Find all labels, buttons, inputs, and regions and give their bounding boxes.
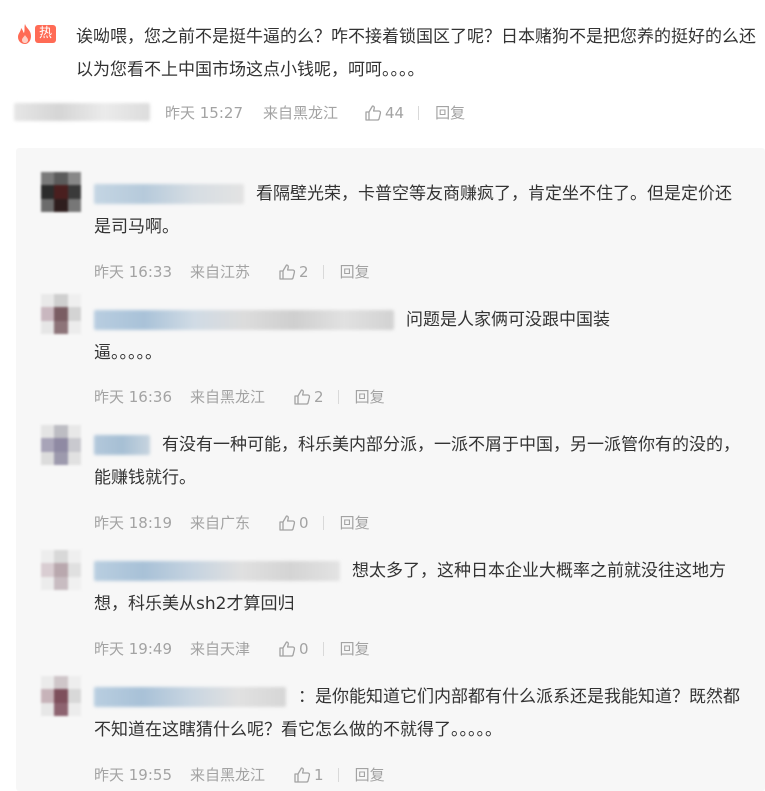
location: 来自黑龙江 — [190, 766, 266, 784]
thumb-up-icon — [365, 104, 382, 121]
reply-text: ：是你能知道它们内部都有什么派系还是我能知道？既然都不知道在这瞎猜什么呢？看它怎… — [94, 681, 754, 747]
like-count: 2 — [299, 262, 309, 281]
location: 来自黑龙江 — [190, 388, 266, 406]
location: 来自天津 — [190, 640, 251, 658]
username-blurred[interactable] — [94, 435, 150, 455]
divider — [418, 105, 420, 120]
avatar[interactable] — [41, 294, 81, 334]
username-blurred[interactable] — [94, 687, 286, 707]
timestamp: 昨天 19:55 — [94, 766, 172, 784]
location: 来自黑龙江 — [263, 104, 339, 122]
reply-meta: 昨天 16:33 来自江苏 2 回复 — [94, 261, 370, 282]
like-count: 0 — [299, 639, 309, 658]
hot-badge: 热 — [16, 23, 70, 45]
reply-text: 看隔壁光荣，卡普空等友商赚疯了，肯定坐不住了。但是定价还是司马啊。 — [94, 178, 744, 244]
main-comment-meta: 昨天 15:27 来自黑龙江 44 回复 — [165, 102, 465, 123]
like-button[interactable]: 0 — [278, 640, 309, 658]
timestamp: 昨天 15:27 — [165, 104, 243, 122]
like-button[interactable]: 2 — [293, 388, 324, 406]
thumb-up-icon — [279, 263, 296, 280]
avatar[interactable] — [41, 550, 81, 590]
thumb-up-icon — [294, 766, 311, 783]
reply-button[interactable]: 回复 — [355, 764, 385, 785]
like-button[interactable]: 2 — [278, 263, 309, 281]
like-button[interactable]: 44 — [364, 104, 404, 122]
reply-meta: 昨天 16:36 来自黑龙江 2 回复 — [94, 386, 385, 407]
like-button[interactable]: 1 — [293, 766, 324, 784]
thumb-up-icon — [279, 514, 296, 531]
divider — [337, 767, 339, 782]
timestamp: 昨天 16:33 — [94, 263, 172, 281]
timestamp: 昨天 16:36 — [94, 388, 172, 406]
hot-label: 热 — [35, 25, 57, 43]
timestamp: 昨天 19:49 — [94, 640, 172, 658]
like-count: 0 — [299, 513, 309, 532]
thumb-up-icon — [294, 388, 311, 405]
thumb-up-icon — [279, 640, 296, 657]
divider — [337, 389, 339, 404]
replies-panel: 看隔壁光荣，卡普空等友商赚疯了，肯定坐不住了。但是定价还是司马啊。 昨天 16:… — [16, 148, 765, 791]
avatar[interactable] — [41, 676, 81, 716]
timestamp: 昨天 18:19 — [94, 514, 172, 532]
flame-icon — [18, 24, 31, 44]
reply-text: 想太多了，这种日本企业大概率之前就没往这地方想，科乐美从sh2才算回归 — [94, 555, 754, 621]
reply-button[interactable]: 回复 — [435, 102, 465, 123]
username-blurred[interactable] — [94, 184, 244, 204]
avatar[interactable] — [41, 172, 81, 212]
like-count: 44 — [385, 103, 405, 122]
location: 来自江苏 — [190, 263, 251, 281]
reply-button[interactable]: 回复 — [340, 512, 370, 533]
like-button[interactable]: 0 — [278, 514, 309, 532]
reply-button[interactable]: 回复 — [340, 261, 370, 282]
reply-meta: 昨天 19:55 来自黑龙江 1 回复 — [94, 764, 385, 785]
main-username-blurred[interactable] — [14, 103, 150, 121]
reply-meta: 昨天 18:19 来自广东 0 回复 — [94, 512, 370, 533]
divider — [322, 641, 324, 656]
divider — [322, 264, 324, 279]
reply-text: 有没有一种可能，科乐美内部分派，一派不屑于中国，另一派管你有的没的，能赚钱就行。 — [94, 429, 754, 495]
avatar[interactable] — [41, 425, 81, 465]
reply-text: 问题是人家俩可没跟中国装逼。。。。。 — [94, 304, 654, 370]
reply-button[interactable]: 回复 — [340, 638, 370, 659]
divider — [322, 515, 324, 530]
like-count: 1 — [314, 765, 324, 784]
reply-meta: 昨天 19:49 来自天津 0 回复 — [94, 638, 370, 659]
username-blurred[interactable] — [94, 561, 340, 581]
username-blurred[interactable] — [94, 310, 394, 330]
like-count: 2 — [314, 387, 324, 406]
reply-content: 有没有一种可能，科乐美内部分派，一派不屑于中国，另一派管你有的没的，能赚钱就行。 — [94, 435, 740, 488]
location: 来自广东 — [190, 514, 251, 532]
main-comment-text: 诶呦喂，您之前不是挺牛逼的么？咋不接着锁国区了呢？日本赌狗不是把您养的挺好的么还… — [76, 27, 756, 80]
reply-button[interactable]: 回复 — [355, 386, 385, 407]
